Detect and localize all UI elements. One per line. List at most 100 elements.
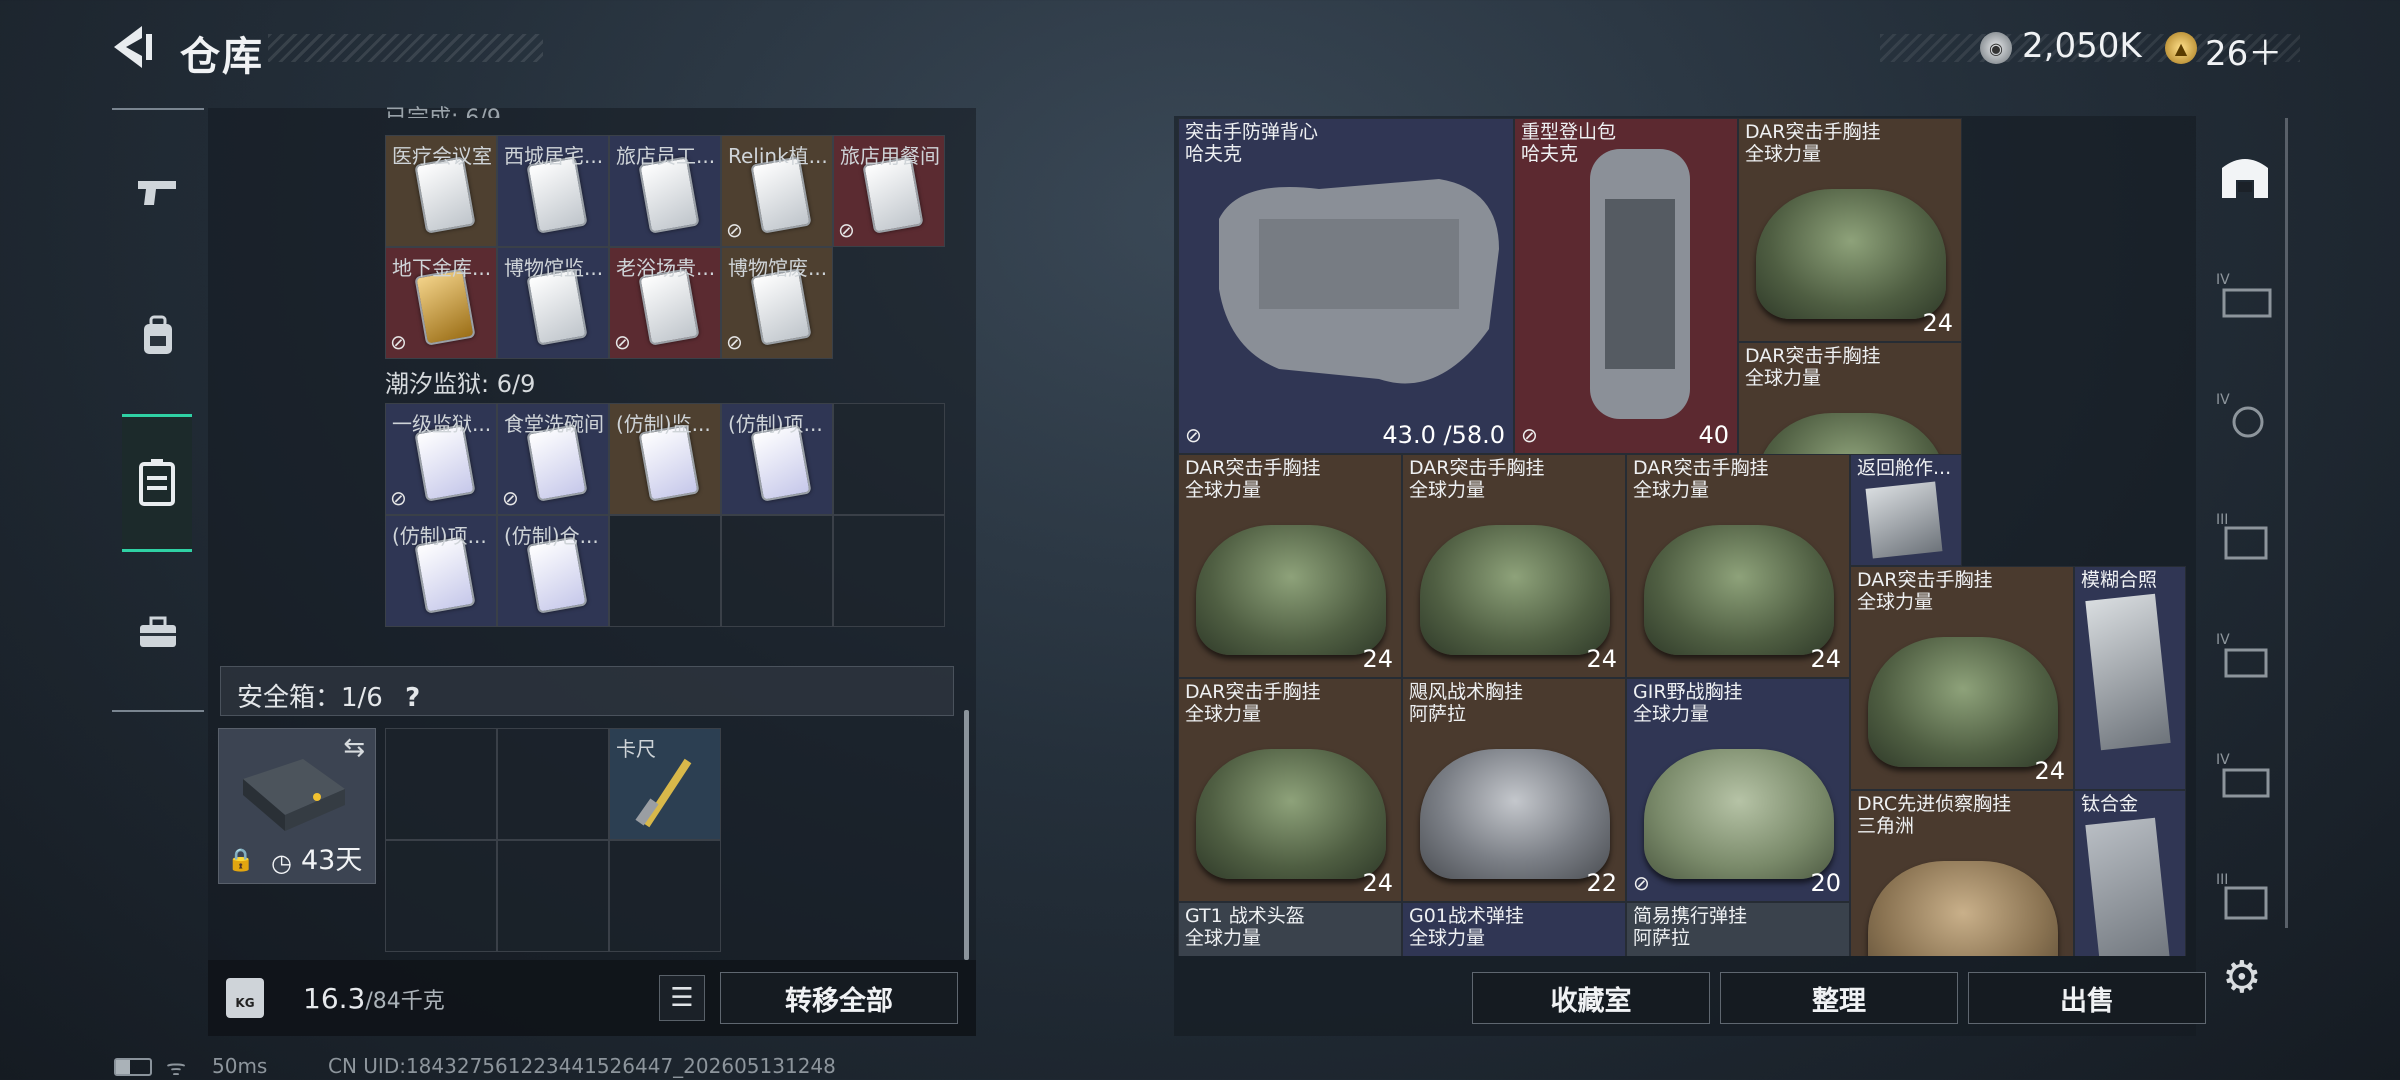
shelf-iv-icon-4[interactable]: IV xyxy=(2214,748,2276,804)
empty-slot xyxy=(721,515,833,627)
keycard-grid-2: 一级监狱... ⊘ 食堂洗碗间 ⊘ (仿制)监... (仿制)项... (仿制)项... (仿… xyxy=(385,403,945,627)
keycard-slot[interactable]: 一级监狱... ⊘ xyxy=(385,403,497,515)
no-trade-icon: ⊘ xyxy=(502,486,519,510)
weight-max: /84千克 xyxy=(365,989,445,1014)
shelf-iii-icon-1[interactable]: III xyxy=(2214,508,2276,564)
transfer-all-button[interactable]: 转移全部 xyxy=(720,972,958,1024)
warehouse-icon xyxy=(139,459,175,506)
inventory-item-dar1[interactable]: DAR突击手胸挂 全球力量 24 xyxy=(1738,118,1962,342)
item-name: DAR突击手胸挂 全球力量 xyxy=(1745,345,1881,389)
keycard-slot[interactable]: 博物馆废... ⊘ xyxy=(721,247,833,359)
inventory-item-easy[interactable]: 简易携行弹挂 阿萨拉 xyxy=(1626,902,1850,956)
inventory-item-dar3[interactable]: DAR突击手胸挂 全球力量 24 xyxy=(1178,454,1402,678)
item-count: 24 xyxy=(1362,645,1393,673)
inventory-item-dar5[interactable]: DAR突击手胸挂 全球力量 24 xyxy=(1626,454,1850,678)
safe-box-container[interactable]: ⇆ 🔒 ◷ 43天 xyxy=(218,728,376,884)
caliper-icon xyxy=(635,758,692,828)
keycard-slot[interactable]: (仿制)项... xyxy=(385,515,497,627)
help-icon[interactable]: ? xyxy=(405,683,420,713)
no-trade-icon: ⊘ xyxy=(1185,423,1202,447)
inventory-item-dar7[interactable]: DAR突击手胸挂 全球力量 24 xyxy=(1178,678,1402,902)
keycard-slot[interactable]: Relink植... ⊘ xyxy=(721,135,833,247)
weight-icon: KG xyxy=(226,978,264,1018)
keycard-slot[interactable]: (仿制)仓... xyxy=(497,515,609,627)
clock-icon: ◷ xyxy=(271,849,292,877)
inventory-item-gt1[interactable]: GT1 战术头盔 全球力量 xyxy=(1178,902,1402,956)
collection-room-button[interactable]: 收藏室 xyxy=(1472,972,1710,1024)
return-icon xyxy=(1865,481,1943,559)
list-view-button[interactable]: ☰ xyxy=(659,975,705,1021)
item-name: DAR突击手胸挂 全球力量 xyxy=(1633,457,1769,501)
scrollbar[interactable] xyxy=(964,710,969,960)
sort-button[interactable]: 整理 xyxy=(1720,972,1958,1024)
vest-icon xyxy=(1219,179,1499,384)
empty-slot xyxy=(833,403,945,515)
inventory-item-photo[interactable]: 模糊合照 xyxy=(2074,566,2186,790)
item-count: 24 xyxy=(1810,645,1841,673)
keycard-slot[interactable]: 旅店用餐间 ⊘ xyxy=(833,135,945,247)
left-nav xyxy=(112,108,204,712)
safe-box-grid: 卡尺 xyxy=(385,728,721,952)
keycard-slot[interactable]: 医疗会议室 xyxy=(385,135,497,247)
keycard-slot[interactable]: 地下金库... ⊘ xyxy=(385,247,497,359)
inventory-item-dar6[interactable]: DAR突击手胸挂 全球力量 24 xyxy=(1850,566,2074,790)
page-title: 仓库 xyxy=(180,34,264,80)
toolbox-tab[interactable] xyxy=(122,596,194,668)
no-trade-icon: ⊘ xyxy=(614,330,631,354)
item-count: 20 xyxy=(1810,869,1841,897)
empty-slot xyxy=(497,840,609,952)
swap-icon[interactable]: ⇆ xyxy=(343,733,365,763)
back-arrow-icon[interactable] xyxy=(108,22,158,72)
keycard-slot[interactable]: (仿制)项... xyxy=(721,403,833,515)
chest-rig-icon xyxy=(1196,749,1386,879)
empty-slot xyxy=(497,728,609,840)
shelf-iv-icon-1[interactable]: IV xyxy=(2214,268,2276,324)
keycard-slot[interactable]: 老浴场贵... ⊘ xyxy=(609,247,721,359)
keycard-label: 老浴场贵... xyxy=(616,256,716,280)
inventory-item-g01[interactable]: G01战术弹挂 全球力量 xyxy=(1402,902,1626,956)
shelf-iv-icon-2[interactable]: IV xyxy=(2214,388,2276,444)
keycard-slot[interactable]: 西城居宅... xyxy=(497,135,609,247)
sell-button[interactable]: 出售 xyxy=(1968,972,2206,1024)
chest-rig-icon xyxy=(1420,749,1610,879)
keycard-slot[interactable]: 食堂洗碗间 ⊘ xyxy=(497,403,609,515)
keycard-slot[interactable]: 旅店员工... xyxy=(609,135,721,247)
keycard-slot[interactable]: 博物馆监... xyxy=(497,247,609,359)
keycard-slot[interactable]: (仿制)监... xyxy=(609,403,721,515)
no-trade-icon: ⊘ xyxy=(390,330,407,354)
item-name: 重型登山包 哈夫克 xyxy=(1521,121,1617,165)
inventory-item-return[interactable]: 返回舱作... xyxy=(1850,454,1962,566)
safe-house-icon[interactable] xyxy=(2214,148,2276,204)
svg-text:IV: IV xyxy=(2216,392,2230,408)
inventory-item-gale[interactable]: 飓风战术胸挂 阿萨拉 22 xyxy=(1402,678,1626,902)
warehouse-tab[interactable] xyxy=(122,414,192,552)
keycard-label: 博物馆废... xyxy=(728,256,828,280)
item-name: 钛合金 xyxy=(2081,793,2139,815)
empty-slot xyxy=(385,728,497,840)
lock-icon: 🔒 xyxy=(227,848,255,873)
gold-amount[interactable]: 26＋ xyxy=(2205,26,2282,75)
inventory-item-ti[interactable]: 钛合金 xyxy=(2074,790,2186,956)
inventory-grid: 突击手防弹背心 哈夫克 43.0 /58.0 ⊘ 重型登山包 哈夫克 40 ⊘ DAR突击手… xyxy=(1178,118,2192,956)
weapon-tab[interactable] xyxy=(122,156,194,228)
item-count: 43.0 /58.0 xyxy=(1382,421,1505,449)
inventory-item-pack[interactable]: 重型登山包 哈夫克 40 ⊘ xyxy=(1514,118,1738,454)
equipment-tab[interactable] xyxy=(122,300,194,372)
no-trade-icon: ⊘ xyxy=(838,218,855,242)
shelf-iii-icon-2[interactable]: III xyxy=(2214,868,2276,924)
inventory-item-drc[interactable]: DRC先进侦察胸挂 三角洲 xyxy=(1850,790,2074,956)
svg-text:III: III xyxy=(2216,512,2228,528)
keycard-label: Relink植... xyxy=(728,144,828,168)
item-name: DAR突击手胸挂 全球力量 xyxy=(1409,457,1545,501)
item-name: GT1 战术头盔 全球力量 xyxy=(1185,905,1305,949)
settings-gear-icon[interactable]: ⚙ xyxy=(2222,952,2272,1003)
inventory-item-vest[interactable]: 突击手防弹背心 哈夫克 43.0 /58.0 ⊘ xyxy=(1178,118,1514,454)
item-name: GIR野战胸挂 全球力量 xyxy=(1633,681,1743,725)
empty-slot xyxy=(609,515,721,627)
caliper-item[interactable]: 卡尺 xyxy=(609,728,721,840)
inventory-item-dar4[interactable]: DAR突击手胸挂 全球力量 24 xyxy=(1402,454,1626,678)
chest-rig-icon xyxy=(1420,525,1610,655)
title-decoration xyxy=(268,34,543,62)
shelf-iv-icon-3[interactable]: IV xyxy=(2214,628,2276,684)
inventory-item-gir[interactable]: GIR野战胸挂 全球力量 20 ⊘ xyxy=(1626,678,1850,902)
